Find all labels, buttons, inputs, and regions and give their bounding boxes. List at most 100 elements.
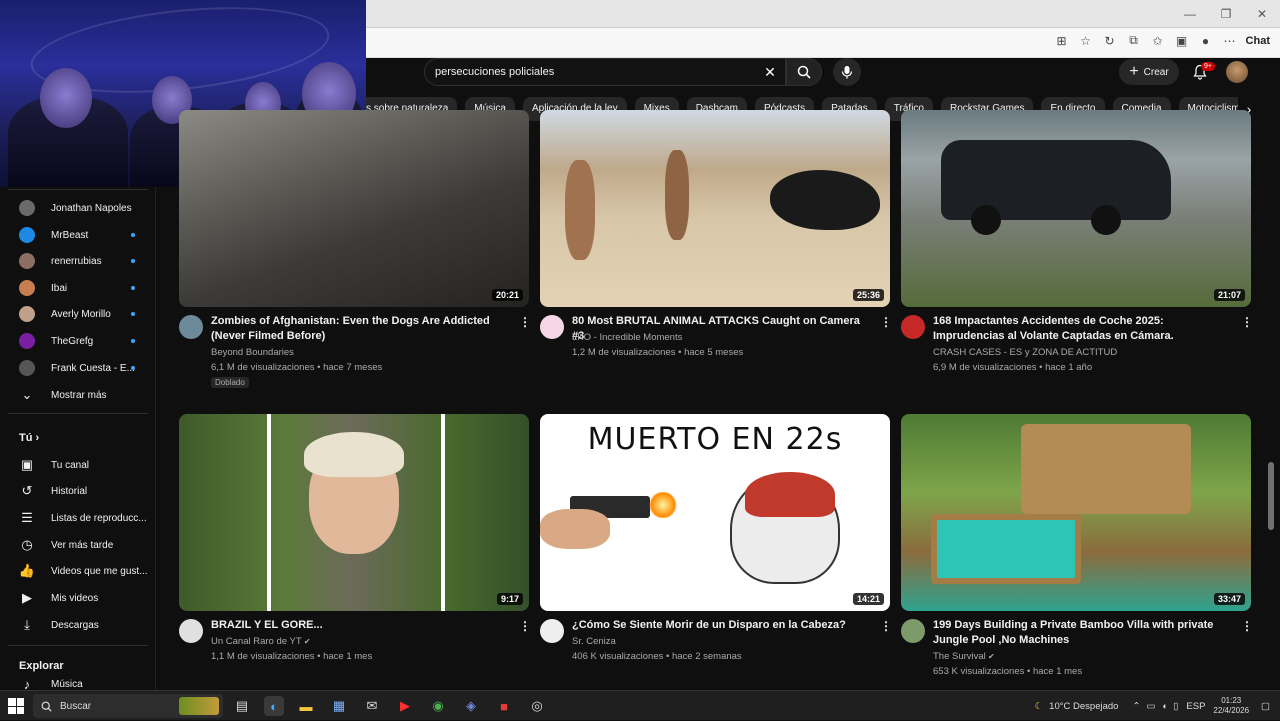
- youtube-app-icon[interactable]: ▶: [395, 696, 415, 716]
- new-content-dot: [131, 339, 135, 343]
- channel-avatar[interactable]: [901, 619, 925, 643]
- page-scrollbar[interactable]: [1268, 462, 1274, 530]
- store-icon[interactable]: ▦: [329, 696, 349, 716]
- more-options-icon[interactable]: ⋮: [519, 315, 531, 329]
- sidebar-item[interactable]: ◷ Ver más tarde: [0, 532, 156, 558]
- split-screen-icon[interactable]: ⧉: [1126, 33, 1142, 48]
- channel-avatar[interactable]: [540, 619, 564, 643]
- video-thumbnail[interactable]: MUERTO EN 22s 14:21: [540, 414, 890, 611]
- channel-name[interactable]: Un Canal Raro de YT ✔: [211, 636, 311, 647]
- clock[interactable]: 01:23 22/4/2026: [1213, 696, 1249, 716]
- chrome-icon[interactable]: ◉: [428, 696, 448, 716]
- channel-name[interactable]: Sr. Ceniza: [572, 636, 616, 647]
- more-icon[interactable]: ⋯: [1222, 34, 1238, 48]
- sidebar-subscription[interactable]: Jonathan Napoles: [0, 195, 156, 221]
- file-explorer-icon[interactable]: ▬: [296, 696, 316, 716]
- weather-moon-icon: ☾: [1034, 700, 1044, 712]
- minimize-icon[interactable]: —: [1172, 0, 1208, 28]
- close-icon[interactable]: ✕: [1244, 0, 1280, 28]
- tray-network-icon[interactable]: ▭: [1146, 701, 1155, 712]
- video-thumbnail[interactable]: 33:47: [901, 414, 1251, 611]
- recording-app-icon[interactable]: ■: [494, 696, 514, 716]
- video-thumbnail[interactable]: 9:17: [179, 414, 529, 611]
- you-heading[interactable]: Tú ›: [19, 432, 39, 444]
- channel-name-text: LKO - Incredible Moments: [572, 332, 683, 343]
- sidebar-subscription[interactable]: Ibai: [0, 275, 156, 301]
- video-title[interactable]: 168 Impactantes Accidentes de Coche 2025…: [933, 314, 1233, 344]
- sidebar-subscription[interactable]: Averly Morillo: [0, 301, 156, 327]
- sidebar-subscription[interactable]: Frank Cuesta - E...: [0, 355, 156, 381]
- more-options-icon[interactable]: ⋮: [880, 619, 892, 633]
- channel-icon: ▣: [20, 457, 34, 472]
- collections-icon[interactable]: ▣: [1174, 34, 1190, 48]
- sidebar-item[interactable]: ▣ Tu canal: [0, 452, 156, 478]
- language-indicator[interactable]: ESP: [1186, 701, 1205, 712]
- taskbar-search-label: Buscar: [60, 700, 92, 712]
- taskbar-search[interactable]: Buscar: [33, 694, 223, 718]
- tray-battery-icon[interactable]: ▯: [1173, 701, 1178, 712]
- download-icon: ⤓: [24, 617, 30, 632]
- video-title[interactable]: 199 Days Building a Private Bamboo Villa…: [933, 618, 1233, 648]
- channel-avatar[interactable]: [179, 619, 203, 643]
- clear-search-icon[interactable]: ✕: [760, 62, 780, 82]
- maximize-icon[interactable]: ❐: [1208, 0, 1244, 28]
- show-more-button[interactable]: ⌄ Mostrar más: [0, 382, 156, 408]
- video-title[interactable]: ¿Cómo Se Siente Morir de un Disparo en l…: [572, 618, 872, 633]
- sidebar-item[interactable]: ☰ Listas de reproducc...: [0, 505, 156, 531]
- sidebar-item[interactable]: ♪ Música: [0, 677, 156, 691]
- video-thumbnail[interactable]: 21:07: [901, 110, 1251, 307]
- subscription-label: TheGrefg: [51, 335, 94, 347]
- notifications-center-icon[interactable]: ▢: [1261, 701, 1270, 712]
- favorites-icon[interactable]: ✩: [1150, 34, 1166, 48]
- sidebar-item[interactable]: ▶ Mis videos: [0, 585, 156, 611]
- windows-start-icon[interactable]: [8, 698, 24, 714]
- video-title[interactable]: Zombies of Afghanistan: Even the Dogs Ar…: [211, 314, 511, 344]
- channel-avatar[interactable]: [901, 315, 925, 339]
- search-input[interactable]: persecuciones policiales: [424, 58, 786, 86]
- sidebar-item-label: Descargas: [51, 619, 99, 631]
- voice-search-button[interactable]: [833, 58, 861, 86]
- weather-label[interactable]: 10°C Despejado: [1049, 701, 1118, 712]
- profile-icon[interactable]: ●: [1198, 34, 1214, 48]
- channel-name-text: Beyond Boundaries: [211, 347, 294, 358]
- new-content-dot: [131, 259, 135, 263]
- tray-chevron-up-icon[interactable]: ⌃: [1132, 701, 1140, 712]
- channel-name[interactable]: Beyond Boundaries: [211, 347, 294, 358]
- channel-name[interactable]: The Survival ✔: [933, 651, 995, 662]
- sidebar-subscription[interactable]: TheGrefg: [0, 328, 156, 354]
- account-avatar[interactable]: [1226, 61, 1248, 83]
- video-duration: 14:21: [852, 593, 884, 605]
- refresh-icon[interactable]: ↻: [1102, 34, 1118, 48]
- create-button[interactable]: + Crear: [1119, 59, 1179, 85]
- channel-name[interactable]: LKO - Incredible Moments: [572, 332, 682, 343]
- obs-icon[interactable]: ◎: [527, 696, 547, 716]
- more-options-icon[interactable]: ⋮: [880, 315, 892, 329]
- channel-avatar[interactable]: [540, 315, 564, 339]
- sidebar-item[interactable]: ⤓ Descargas: [0, 612, 156, 638]
- like-icon: 👍: [18, 563, 36, 578]
- sidebar-item[interactable]: ↺ Historial: [0, 478, 156, 504]
- more-options-icon[interactable]: ⋮: [519, 619, 531, 633]
- favorite-star-icon[interactable]: ☆: [1078, 34, 1094, 48]
- sidebar-subscription[interactable]: MrBeast: [0, 222, 156, 248]
- mail-icon[interactable]: ✉: [362, 696, 382, 716]
- copilot-chat-button[interactable]: Chat: [1246, 35, 1270, 47]
- tray-volume-icon[interactable]: ◖: [1161, 701, 1167, 712]
- sidebar-item[interactable]: 👍 Videos que me gust...: [0, 558, 156, 584]
- apps-icon[interactable]: ⊞: [1054, 34, 1070, 48]
- video-title[interactable]: BRAZIL Y EL GORE...: [211, 618, 511, 633]
- sidebar-item-label: Videos que me gust...: [51, 565, 148, 577]
- channel-avatar[interactable]: [179, 315, 203, 339]
- discord-icon[interactable]: ◈: [461, 696, 481, 716]
- video-thumbnail[interactable]: 25:36: [540, 110, 890, 307]
- sidebar-subscription[interactable]: renerrubias: [0, 248, 156, 274]
- channel-name-text: Sr. Ceniza: [572, 636, 616, 647]
- more-options-icon[interactable]: ⋮: [1241, 315, 1253, 329]
- video-thumbnail[interactable]: 20:21: [179, 110, 529, 307]
- channel-name[interactable]: CRASH CASES - ES y ZONA DE ACTITUD: [933, 347, 1117, 358]
- more-options-icon[interactable]: ⋮: [1241, 619, 1253, 633]
- edge-icon[interactable]: ◐: [264, 696, 284, 716]
- search-button[interactable]: [786, 58, 822, 86]
- subscription-label: renerrubias: [51, 255, 102, 267]
- task-view-icon[interactable]: ▤: [232, 696, 252, 716]
